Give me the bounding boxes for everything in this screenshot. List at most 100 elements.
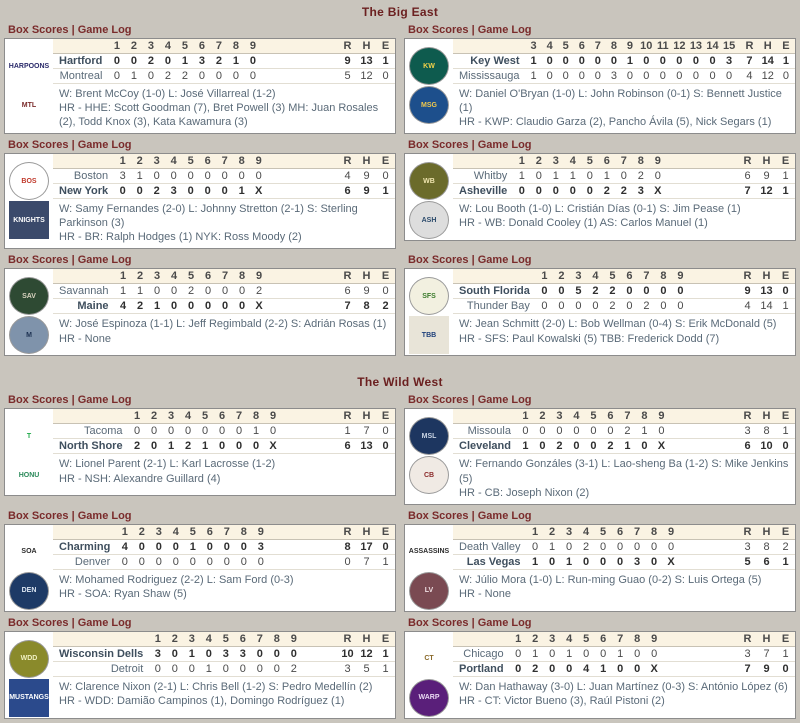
team-name-away[interactable]: Missoula: [453, 423, 517, 440]
inning-score: 0: [233, 298, 251, 315]
inning-score: 0: [635, 438, 653, 455]
box-scores-link[interactable]: Box Scores: [8, 617, 69, 629]
inning-score: 1: [176, 53, 194, 69]
team-name-home[interactable]: New York: [53, 183, 115, 200]
game-log-link[interactable]: Game Log: [78, 254, 132, 266]
box-scores-link[interactable]: Box Scores: [408, 254, 469, 266]
inning-header-2: 2: [526, 631, 544, 647]
team-name-away[interactable]: Hartford: [53, 53, 109, 69]
inning-score: 0: [199, 183, 217, 200]
game-log-link[interactable]: Game Log: [78, 394, 132, 406]
inning-score: 0: [509, 661, 527, 677]
game-log-link[interactable]: Game Log: [478, 510, 532, 522]
inning-score: 1: [516, 438, 534, 455]
decisions-line: W: José Espinoza (1-1) L: Jeff Regimbald…: [59, 318, 387, 331]
team-logo-away: HARPOONS: [9, 47, 49, 85]
team-name-away[interactable]: Savannah: [53, 283, 115, 300]
header-gap: [679, 524, 738, 540]
inning-header-6: 6: [598, 154, 616, 170]
team-name-home[interactable]: Portland: [453, 661, 510, 677]
inning-score: 0: [649, 168, 667, 185]
box-scores-link[interactable]: Box Scores: [408, 24, 469, 36]
total-e: 0: [776, 68, 795, 84]
header-team-cell: [53, 154, 115, 170]
team-logo-away: SFS: [409, 277, 449, 316]
team-name-home[interactable]: Detroit: [53, 661, 150, 677]
header-gap: [267, 154, 338, 170]
team-name-away[interactable]: Key West: [453, 53, 526, 69]
panel-links: Box Scores | Game Log: [404, 509, 796, 524]
box-score-cell: Box Scores | Game Log BOS KNIGHTS 12345678…: [0, 138, 400, 253]
inning-header-3: 3: [148, 154, 166, 170]
total-e: 1: [776, 554, 795, 570]
team-name-away[interactable]: Charming: [53, 539, 117, 555]
team-name-away[interactable]: Boston: [53, 168, 115, 185]
row-gap: [281, 438, 338, 455]
box-scores-link[interactable]: Box Scores: [8, 394, 69, 406]
total-e: 0: [776, 438, 795, 455]
inning-header-12: 12: [671, 39, 688, 54]
game-log-link[interactable]: Game Log: [478, 139, 532, 151]
team-name-home[interactable]: Denver: [53, 554, 117, 570]
inning-header-5: 5: [581, 154, 599, 170]
game-log-link[interactable]: Game Log: [478, 394, 532, 406]
box-scores-link[interactable]: Box Scores: [408, 617, 469, 629]
inning-score: 1: [635, 423, 653, 440]
total-e: 1: [376, 183, 395, 200]
team-name-away[interactable]: South Florida: [453, 283, 536, 300]
inning-score: 3: [149, 646, 167, 662]
inning-score: 1: [543, 539, 561, 555]
team-name-away[interactable]: Death Valley: [453, 539, 527, 555]
inning-score: 0: [671, 283, 689, 300]
inning-score: 0: [620, 298, 638, 315]
team-name-home[interactable]: Las Vegas: [453, 554, 527, 570]
header-e: E: [376, 39, 395, 54]
inning-header-7: 7: [615, 154, 633, 170]
team-name-away[interactable]: Whitby: [453, 168, 514, 185]
box-scores-link[interactable]: Box Scores: [408, 139, 469, 151]
panel-links: Box Scores | Game Log: [404, 393, 796, 408]
team-name-away[interactable]: Tacoma: [53, 423, 129, 440]
game-log-link[interactable]: Game Log: [78, 617, 132, 629]
game-log-link[interactable]: Game Log: [478, 617, 532, 629]
inning-score: 0: [216, 183, 234, 200]
box-scores-link[interactable]: Box Scores: [8, 510, 69, 522]
inning-score: 0: [217, 661, 235, 677]
inning-score: 0: [201, 554, 219, 570]
total-e: 0: [376, 539, 395, 555]
team-row: South Florida 0 0 5 2 2 0 0 0 0 9 13 0: [453, 283, 795, 300]
inning-header-2: 2: [552, 269, 570, 285]
inning-header-9: 9: [264, 409, 282, 425]
team-name-home[interactable]: Asheville: [453, 183, 514, 200]
inning-score: 2: [637, 298, 655, 315]
inning-score: 0: [662, 539, 680, 555]
box-scores-link[interactable]: Box Scores: [8, 24, 69, 36]
team-name-away[interactable]: Chicago: [453, 646, 510, 662]
inning-score: 1: [560, 554, 578, 570]
inning-header-8: 8: [227, 39, 245, 54]
link-separator: |: [68, 139, 78, 152]
game-log-link[interactable]: Game Log: [78, 24, 132, 36]
game-log-link[interactable]: Game Log: [478, 24, 532, 36]
inning-score: 1: [598, 168, 616, 185]
inning-header-7: 7: [210, 39, 228, 54]
total-r: 5: [738, 554, 757, 570]
header-h: H: [357, 269, 376, 285]
team-name-away[interactable]: Wisconsin Dells: [53, 646, 150, 662]
box-scores-link[interactable]: Box Scores: [8, 254, 69, 266]
team-name-home[interactable]: Montreal: [53, 68, 109, 84]
team-name-home[interactable]: Cleveland: [453, 438, 517, 455]
box-scores-link[interactable]: Box Scores: [408, 510, 469, 522]
total-h: 8: [357, 298, 376, 315]
team-name-home[interactable]: Mississauga: [453, 68, 526, 84]
box-scores-link[interactable]: Box Scores: [8, 139, 69, 151]
team-name-home[interactable]: Maine: [53, 298, 115, 315]
inning-score: 0: [196, 423, 214, 440]
team-name-home[interactable]: Thunder Bay: [453, 298, 536, 315]
game-log-link[interactable]: Game Log: [78, 510, 132, 522]
game-log-link[interactable]: Game Log: [78, 139, 132, 151]
game-log-link[interactable]: Game Log: [478, 254, 532, 266]
box-scores-link[interactable]: Box Scores: [408, 394, 469, 406]
total-r: 6: [338, 438, 357, 455]
team-name-home[interactable]: North Shore: [53, 438, 129, 455]
